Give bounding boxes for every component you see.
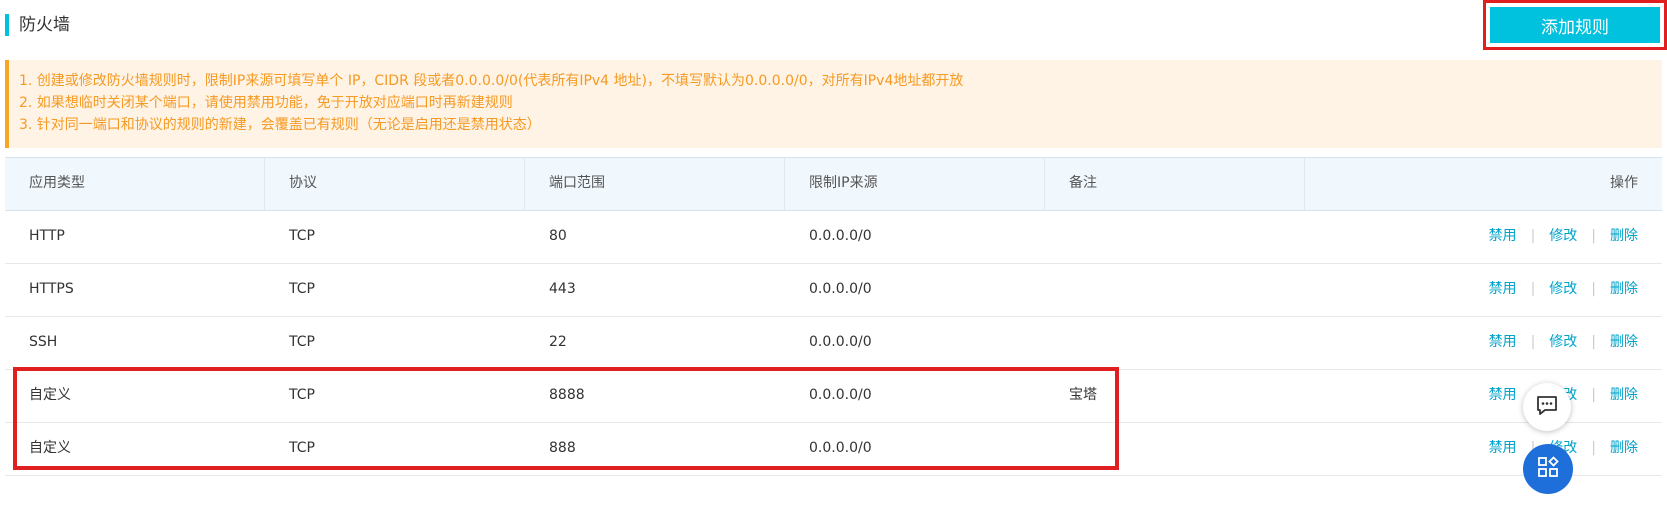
delete-link[interactable]: 删除 [1610,264,1638,316]
table-row: SSH TCP 22 0.0.0.0/0 禁用 | 修改 | 删除 [5,317,1662,370]
cell-actions: 禁用|修改|删除 [1305,423,1662,475]
notice-line: 3. 针对同一端口和协议的规则的新建，会覆盖已有规则（无论是启用还是禁用状态） [19,117,541,133]
column-header-note: 备注 [1045,158,1305,210]
cell-note [1045,211,1305,263]
cell-actions: 禁用|修改|删除 [1305,370,1662,422]
table-header: 应用类型 协议 端口范围 限制IP来源 备注 操作 [5,157,1662,211]
cell-protocol: TCP [289,334,315,350]
action-separator: | [1591,334,1596,350]
cell-app-type: 自定义 [29,440,71,456]
column-header-port-range: 端口范围 [525,158,785,210]
table-row: 自定义TCP8880.0.0.0/0禁用|修改|删除 [5,423,1662,476]
cell-ip-source: 0.0.0.0/0 [809,440,872,456]
title-accent-bar [5,14,9,36]
cell-note [1045,264,1305,316]
delete-link[interactable]: 删除 [1610,423,1638,475]
chat-button[interactable] [1523,383,1571,431]
cell-ip-source: 0.0.0.0/0 [809,334,872,350]
disable-link[interactable]: 禁用 [1489,423,1517,475]
cell-protocol: TCP [289,281,315,297]
page-header: 防火墙 添加规则 [0,0,1667,50]
apps-icon [1536,455,1560,483]
action-separator: | [1530,334,1536,350]
cell-protocol: TCP [289,387,315,403]
table-body: HTTP TCP 80 0.0.0.0/0 禁用 | 修改 | 删除 HTTPS TCP 443 0.0… [5,211,1662,476]
cell-note [1045,317,1305,369]
cell-app-type: HTTP [29,228,65,244]
table-row: HTTP TCP 80 0.0.0.0/0 禁用 | 修改 | 删除 [5,211,1662,264]
action-separator: | [1530,281,1536,297]
add-rule-button-highlight: 添加规则 [1483,0,1667,50]
cell-protocol: TCP [289,228,315,244]
notice-line: 1. 创建或修改防火墙规则时，限制IP来源可填写单个 IP，CIDR 段或者0.… [19,73,964,89]
column-header-protocol: 协议 [265,158,525,210]
cell-port-range: 8888 [549,387,585,403]
delete-link[interactable]: 删除 [1610,317,1638,369]
table-row: 自定义TCP88880.0.0.0/0宝塔禁用|修改|删除 [5,370,1662,423]
cell-ip-source: 0.0.0.0/0 [809,228,872,244]
page-title: 防火墙 [19,15,70,35]
cell-port-range: 443 [549,281,576,297]
action-separator: | [1591,281,1596,297]
action-separator: | [1591,387,1596,403]
firewall-rules-table: 应用类型 协议 端口范围 限制IP来源 备注 操作 HTTP TCP 80 0.0.0… [5,157,1662,476]
cell-ip-source: 0.0.0.0/0 [809,281,872,297]
cell-app-type: SSH [29,334,58,350]
add-rule-button[interactable]: 添加规则 [1490,7,1660,43]
delete-link[interactable]: 删除 [1610,370,1638,422]
delete-link[interactable]: 删除 [1610,211,1638,263]
cell-app-type: 自定义 [29,387,71,403]
cell-app-type: HTTPS [29,281,74,297]
action-separator: | [1591,228,1596,244]
cell-actions: 禁用 | 修改 | 删除 [1305,317,1662,369]
notice-line: 2. 如果想临时关闭某个端口，请使用禁用功能，免于开放对应端口时再新建规则 [19,95,513,111]
modify-link[interactable]: 修改 [1549,211,1577,263]
cell-actions: 禁用 | 修改 | 删除 [1305,211,1662,263]
cell-port-range: 22 [549,334,567,350]
cell-ip-source: 0.0.0.0/0 [809,387,872,403]
disable-link[interactable]: 禁用 [1489,317,1517,369]
cell-note: 宝塔 [1069,387,1097,403]
chat-icon [1535,393,1559,421]
apps-button[interactable] [1523,444,1573,494]
cell-protocol: TCP [289,440,315,456]
modify-link[interactable]: 修改 [1549,317,1577,369]
cell-actions: 禁用 | 修改 | 删除 [1305,264,1662,316]
cell-port-range: 80 [549,228,567,244]
disable-link[interactable]: 禁用 [1489,370,1517,422]
modify-link[interactable]: 修改 [1549,264,1577,316]
cell-port-range: 888 [549,440,576,456]
table-row: HTTPS TCP 443 0.0.0.0/0 禁用 | 修改 | 删除 [5,264,1662,317]
cell-note [1045,423,1305,475]
column-header-app-type: 应用类型 [5,158,265,210]
column-header-ip-source: 限制IP来源 [785,158,1045,210]
disable-link[interactable]: 禁用 [1489,211,1517,263]
action-separator: | [1591,440,1596,456]
notice-box: 1. 创建或修改防火墙规则时，限制IP来源可填写单个 IP，CIDR 段或者0.… [5,60,1662,148]
disable-link[interactable]: 禁用 [1489,264,1517,316]
column-header-actions: 操作 [1610,175,1638,191]
action-separator: | [1530,228,1536,244]
